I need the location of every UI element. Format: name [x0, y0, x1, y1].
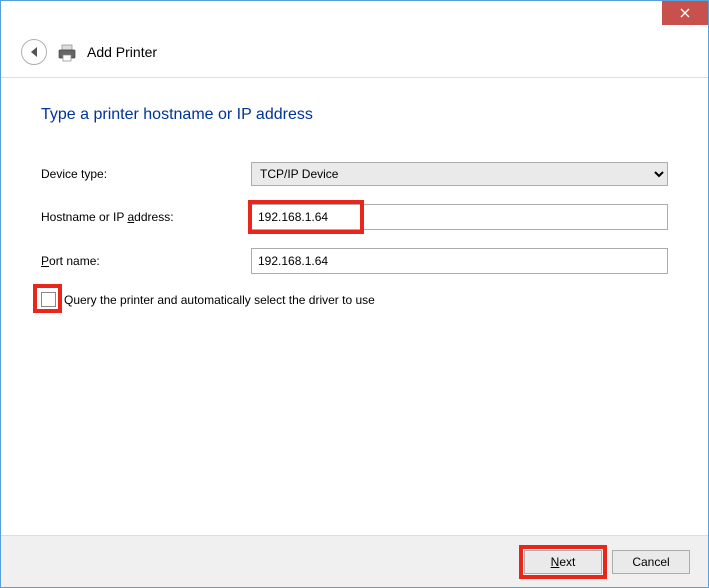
device-type-row: Device type: TCP/IP Device	[41, 162, 668, 186]
printer-icon	[57, 44, 77, 60]
back-arrow-icon	[31, 47, 37, 57]
query-checkbox-row: Query the printer and automatically sele…	[41, 292, 668, 307]
query-checkbox-label: Query the printer and automatically sele…	[64, 293, 375, 307]
close-icon	[680, 8, 690, 18]
page-heading: Type a printer hostname or IP address	[41, 106, 668, 124]
header-title: Add Printer	[87, 44, 157, 60]
hostname-row: Hostname or IP address:	[41, 204, 668, 230]
device-type-select-wrap: TCP/IP Device	[251, 162, 668, 186]
wizard-header: Add Printer	[1, 31, 708, 78]
device-type-select[interactable]: TCP/IP Device	[251, 162, 668, 186]
titlebar	[1, 1, 708, 31]
hostname-input-wrap	[251, 204, 668, 230]
device-type-label: Device type:	[41, 167, 251, 181]
close-button[interactable]	[662, 1, 708, 25]
hostname-input[interactable]	[252, 205, 667, 229]
hostname-label: Hostname or IP address:	[41, 210, 251, 224]
next-button[interactable]: Next	[524, 550, 602, 574]
back-button[interactable]	[21, 39, 47, 65]
query-checkbox[interactable]	[41, 292, 56, 307]
wizard-footer: Next Cancel	[1, 535, 708, 587]
wizard-content: Type a printer hostname or IP address De…	[1, 78, 708, 327]
cancel-button[interactable]: Cancel	[612, 550, 690, 574]
port-name-label: Port name:	[41, 254, 251, 268]
port-name-row: Port name:	[41, 248, 668, 274]
port-name-input[interactable]	[251, 248, 668, 274]
highlight-annotation: Next	[524, 550, 602, 574]
